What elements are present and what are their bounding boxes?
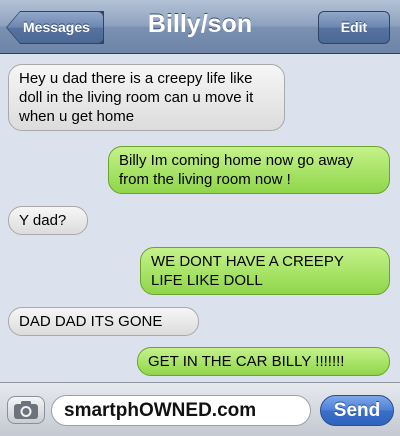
compose-bar: smartphOWNED.com Send [0,382,400,436]
message-bubble-received: Y dad? [8,206,88,235]
message-text: Y dad? [19,212,67,229]
camera-icon [14,401,38,419]
message-bubble-sent: Billy Im coming home now go away from th… [108,146,390,194]
message-list: Hey u dad there is a creepy life like do… [0,55,400,381]
message-bubble-sent: GET IN THE CAR BILLY !!!!!!! [137,347,390,376]
message-bubble-received: DAD DAD ITS GONE [8,307,199,336]
navigation-bar: Messages Billy/son Edit [0,0,400,54]
message-input[interactable]: smartphOWNED.com [51,395,311,426]
send-button[interactable]: Send [320,395,394,426]
message-bubble-received: Hey u dad there is a creepy life like do… [8,64,285,131]
camera-button[interactable] [7,396,45,424]
message-text: WE DONT HAVE A CREEPY LIFE LIKE DOLL [151,253,344,289]
message-text: DAD DAD ITS GONE [19,313,163,330]
message-text: Hey u dad there is a creepy life like do… [19,70,254,125]
message-text: GET IN THE CAR BILLY !!!!!!! [148,353,345,370]
message-bubble-sent: WE DONT HAVE A CREEPY LIFE LIKE DOLL [140,247,390,295]
edit-button[interactable]: Edit [318,11,390,44]
message-text: Billy Im coming home now go away from th… [119,152,354,188]
